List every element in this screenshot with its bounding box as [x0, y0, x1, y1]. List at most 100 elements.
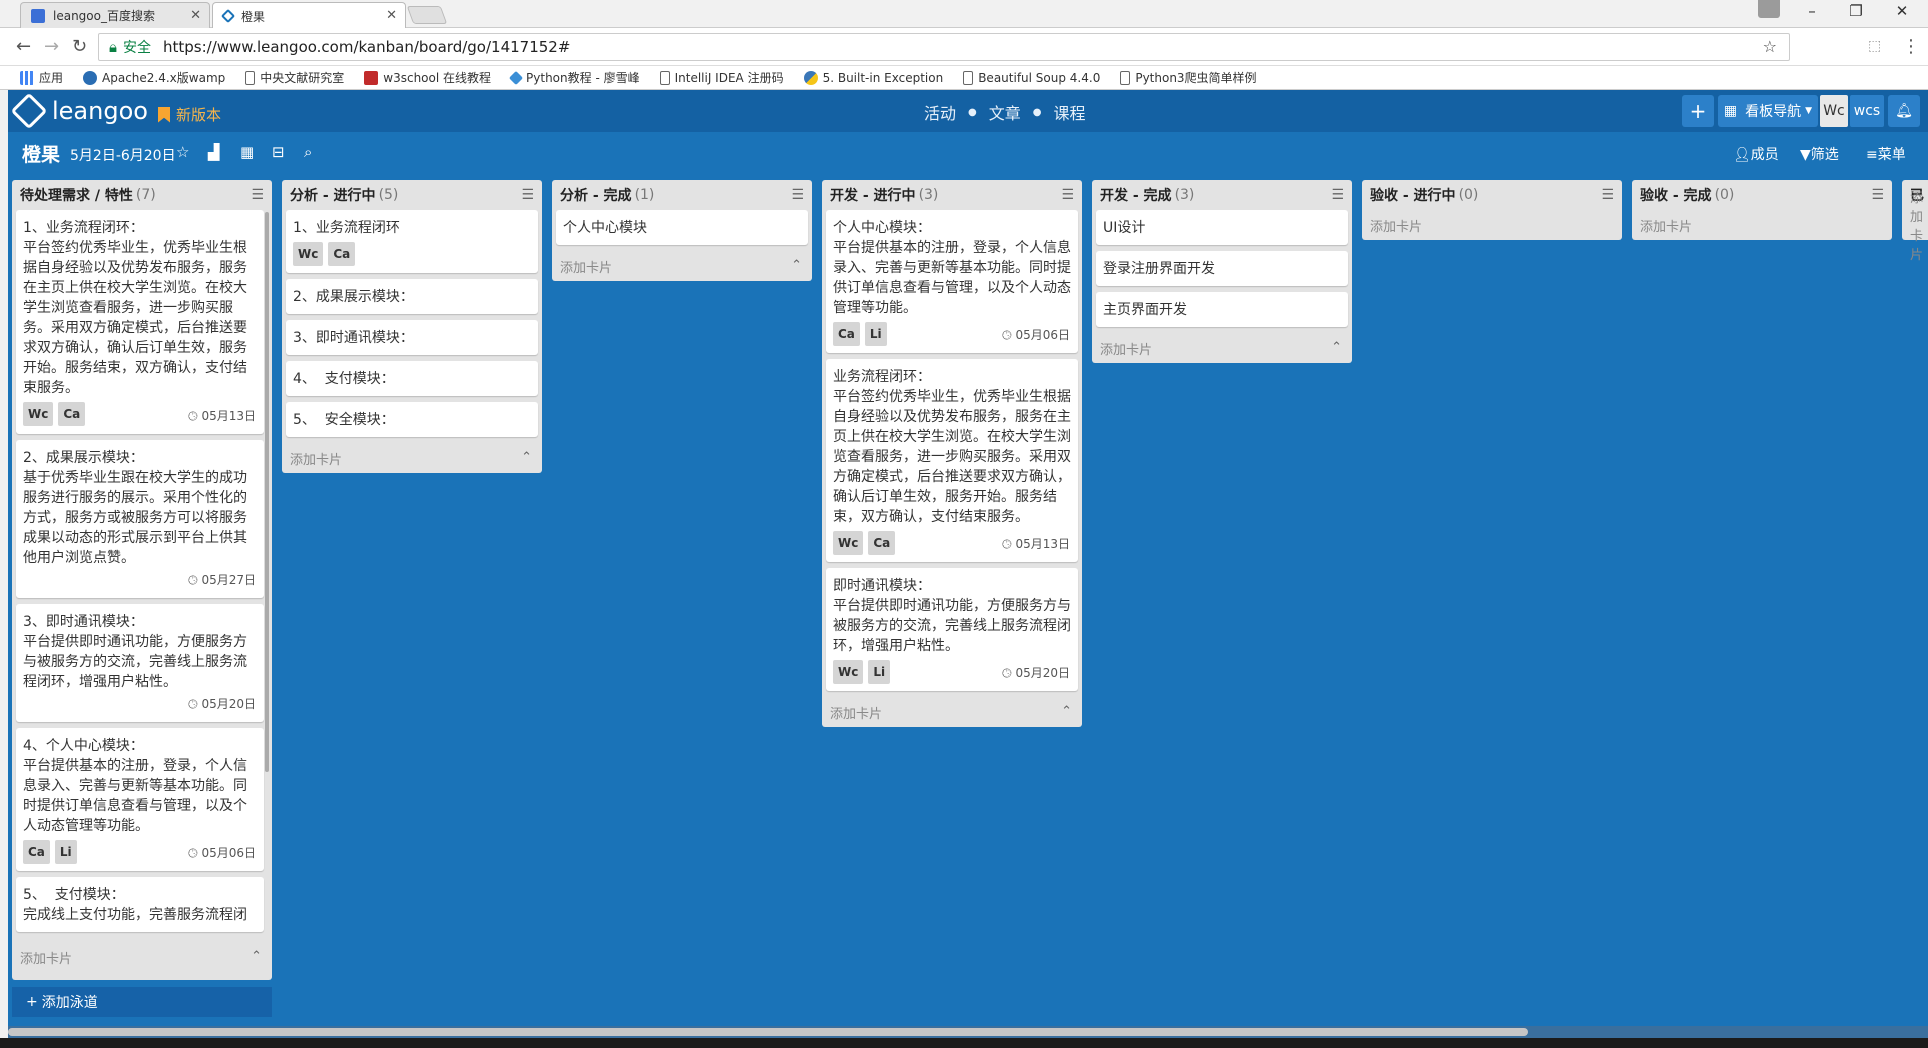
member-tag[interactable]: Wc [293, 242, 324, 266]
card[interactable]: 2、成果展示模块： [286, 279, 538, 314]
member-tag[interactable]: Ca [328, 242, 356, 266]
bookmark-item[interactable]: 中央文献研究室 [245, 69, 344, 86]
horizontal-scrollbar[interactable] [8, 1026, 1928, 1038]
bookmark-item[interactable]: IntelliJ IDEA 注册码 [659, 69, 784, 86]
card[interactable]: 2、成果展示模块： 基于优秀毕业生跟在校大学生的成功服务进行服务的展示。采用个性… [16, 440, 264, 598]
new-version-link[interactable]: 新版本 [158, 104, 221, 125]
add-card-button[interactable]: 添加卡片 ⌃ [12, 942, 272, 972]
card[interactable]: 5、 安全模块： [286, 402, 538, 437]
card[interactable]: 个人中心模块： 平台提供基本的注册，登录，个人信息录入、完善与更新等基本功能。同… [826, 210, 1078, 353]
card[interactable]: 4、个人中心模块： 平台提供基本的注册，登录，个人信息录入、完善与更新等基本功能… [16, 728, 264, 871]
board-title[interactable]: 橙果 [22, 140, 60, 167]
member-tag[interactable]: Wc [833, 531, 864, 555]
list-menu-icon[interactable]: ☰ [1061, 187, 1074, 203]
card[interactable]: 4、 支付模块： [286, 361, 538, 396]
list-title[interactable]: 开发 - 进行中 [830, 185, 916, 205]
member-tag[interactable]: Wc [833, 660, 864, 684]
card[interactable]: 登录注册界面开发 [1096, 251, 1348, 286]
member-tag[interactable]: Ca [23, 840, 50, 864]
member-tag[interactable]: Ca [868, 531, 896, 555]
filter-button[interactable]: ▼筛选 [1800, 144, 1839, 164]
menu-button[interactable]: ≡菜单 [1866, 144, 1906, 164]
member-tag[interactable]: Ca [58, 402, 86, 426]
member-tag[interactable]: Li [54, 840, 77, 864]
bookmark-star-icon[interactable]: ☆ [1763, 37, 1777, 56]
list-scrollbar[interactable] [265, 212, 269, 772]
profile-icon[interactable] [1758, 0, 1780, 18]
list-title[interactable]: 分析 - 完成 [560, 185, 632, 205]
nav-articles[interactable]: 文章 [989, 100, 1021, 124]
chrome-menu-icon[interactable]: ⋮ [1902, 36, 1920, 57]
list-menu-icon[interactable]: ☰ [1871, 187, 1884, 203]
star-icon[interactable]: ☆ [176, 143, 189, 161]
bookmark-item[interactable]: Python教程 - 廖雪峰 [508, 69, 640, 86]
user-menu[interactable]: wcs [1850, 95, 1884, 127]
close-tab-icon[interactable]: ✕ [386, 8, 397, 23]
list-menu-icon[interactable]: ☰ [791, 187, 804, 203]
card[interactable]: 个人中心模块 [556, 210, 808, 245]
close-window-icon[interactable]: ✕ [1880, 2, 1924, 20]
list-title[interactable]: 验收 - 进行中 [1370, 185, 1456, 205]
add-card-button[interactable]: 添加卡片 ⌃ [552, 251, 812, 281]
members-button[interactable]: 👤︎成员 [1733, 144, 1779, 164]
bookmark-item[interactable]: w3school 在线教程 [364, 69, 491, 86]
extension-icon[interactable]: ⬚ [1868, 38, 1881, 54]
bookmark-item[interactable]: 5. Built-in Exception [803, 70, 943, 85]
list-title[interactable]: 待处理需求 / 特性 [20, 185, 133, 205]
card[interactable]: 主页界面开发 [1096, 292, 1348, 327]
board-dates[interactable]: 5月2日-6月20日 [70, 145, 176, 165]
list-menu-icon[interactable]: ☰ [1601, 187, 1614, 203]
collapse-icon[interactable]: ⊟ [272, 143, 285, 161]
add-button[interactable]: + [1682, 95, 1714, 127]
notification-button[interactable]: 🔔︎ [1888, 95, 1920, 127]
list-title[interactable]: 验收 - 完成 [1640, 185, 1712, 205]
member-tag[interactable]: Wc [23, 402, 54, 426]
bookmark-item[interactable]: Beautiful Soup 4.4.0 [963, 70, 1100, 85]
nav-activity[interactable]: 活动 [924, 100, 956, 124]
browser-tab-1[interactable]: leangoo_百度搜索 ✕ [20, 2, 210, 28]
collapse-up-icon[interactable]: ⌃ [521, 450, 532, 465]
list-menu-icon[interactable]: ☰ [251, 187, 264, 203]
add-card-button[interactable]: 添加卡片 [1362, 210, 1622, 240]
leangoo-logo[interactable]: leangoo [10, 92, 148, 130]
add-card-button[interactable]: 添加卡片 ⌃ [282, 443, 542, 473]
forward-icon[interactable]: → [44, 36, 59, 57]
member-tag[interactable]: Li [864, 322, 887, 346]
add-lane-button[interactable]: + 添加泳道 [12, 987, 272, 1017]
avatar[interactable]: Wc [1820, 95, 1848, 127]
bookmark-item[interactable]: Apache2.4.x版wamp [83, 69, 225, 86]
collapse-up-icon[interactable]: ⌃ [251, 949, 262, 964]
reload-icon[interactable]: ↻ [72, 36, 87, 57]
scrollbar-thumb[interactable] [8, 1028, 1528, 1036]
card[interactable]: 1、业务流程闭环： 平台签约优秀毕业生，优秀毕业生根据自身经验以及优势发布服务，… [16, 210, 264, 434]
card[interactable]: 即时通讯模块： 平台提供即时通讯功能，方便服务方与被服务方的交流，完善线上服务流… [826, 568, 1078, 691]
new-tab-button[interactable] [406, 6, 448, 24]
card[interactable]: UI设计 [1096, 210, 1348, 245]
search-icon[interactable]: ⌕ [304, 143, 312, 161]
board-nav-button[interactable]: ▦ 看板导航 ▼ [1718, 95, 1818, 127]
table-icon[interactable]: ▦ [240, 143, 254, 161]
card[interactable]: 3、即时通讯模块： [286, 320, 538, 355]
add-card-button[interactable]: 添加卡片 ⌃ [822, 697, 1082, 727]
card[interactable]: 业务流程闭环： 平台签约优秀毕业生，优秀毕业生根据自身经验以及优势发布服务，服务… [826, 359, 1078, 562]
browser-tab-2[interactable]: 橙果 ✕ [212, 2, 406, 29]
nav-courses[interactable]: 课程 [1054, 100, 1086, 124]
collapse-up-icon[interactable]: ⌃ [791, 258, 802, 273]
chart-icon[interactable]: ▟ [208, 143, 220, 161]
add-card-button[interactable]: 添加卡片 ⌃ [1092, 333, 1352, 363]
list-menu-icon[interactable]: ☰ [1331, 187, 1344, 203]
collapse-up-icon[interactable]: ⌃ [1331, 340, 1342, 355]
card[interactable]: 1、业务流程闭环 Wc Ca [286, 210, 538, 273]
add-card-button[interactable]: 添加卡片 [1632, 210, 1892, 240]
add-card-button[interactable]: 添加卡片 [1902, 191, 1928, 263]
list-menu-icon[interactable]: ☰ [521, 187, 534, 203]
list-title[interactable]: 分析 - 进行中 [290, 185, 376, 205]
card[interactable]: 5、 支付模块： 完成线上支付功能，完善服务流程闭 [16, 877, 264, 932]
restore-icon[interactable]: ❐ [1834, 2, 1878, 20]
minimize-icon[interactable]: – [1790, 2, 1834, 20]
back-icon[interactable]: ← [16, 36, 31, 57]
bookmark-apps[interactable]: 应用 [20, 69, 63, 86]
card[interactable]: 3、即时通讯模块： 平台提供即时通讯功能，方便服务方与被服务方的交流，完善线上服… [16, 604, 264, 722]
close-tab-icon[interactable]: ✕ [190, 8, 201, 23]
bookmark-item[interactable]: Python3爬虫简单样例 [1120, 69, 1257, 86]
